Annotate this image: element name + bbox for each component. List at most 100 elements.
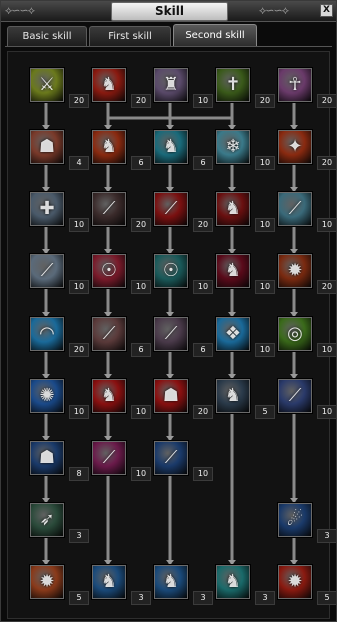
tab-basic-skill[interactable]: Basic skill: [7, 26, 87, 47]
skill-level-badge: 3: [255, 591, 275, 605]
skill-icon-fire-spirit-icon[interactable]: ☉: [92, 254, 126, 288]
skill-icon-azure-dragon-icon[interactable]: ♞: [154, 565, 188, 599]
skill-level-badge: 10: [69, 405, 89, 419]
skill-icon-flame-wing-icon[interactable]: ✦: [278, 130, 312, 164]
skill-level-badge: 3: [69, 529, 89, 543]
skill-level-badge: 20: [131, 94, 151, 108]
close-button[interactable]: X: [320, 4, 333, 17]
skill-icon-armored-knight-icon[interactable]: ♜: [154, 68, 188, 102]
tab-divider: [5, 46, 332, 47]
shadow-wolf-icon: ♞: [224, 385, 242, 406]
skill-level-badge: 6: [193, 343, 213, 357]
skill-level-badge: 10: [131, 280, 151, 294]
skill-level-badge: 6: [131, 156, 151, 170]
window-title: Skill: [111, 2, 228, 21]
skill-icon-dragon-head-icon[interactable]: ♞: [92, 130, 126, 164]
skill-icon-red-beast-icon[interactable]: ♞: [216, 192, 250, 226]
crimson-claw-icon: ⟋: [102, 323, 116, 344]
skill-level-badge: 5: [255, 405, 275, 419]
skill-level-badge: 20: [317, 280, 337, 294]
tab-first-skill[interactable]: First skill: [89, 26, 171, 47]
skill-icon-shadow-wolf-icon[interactable]: ♞: [216, 379, 250, 413]
skill-icon-fire-wyrm-icon[interactable]: ✹: [278, 565, 312, 599]
robed-priest-icon: ☥: [288, 74, 302, 95]
skill-icon-demon-mask-icon[interactable]: ☗: [154, 379, 188, 413]
skill-icon-blue-rune-icon[interactable]: ✺: [30, 379, 64, 413]
fire-spirit-icon: ☉: [100, 260, 118, 281]
blood-dragon-icon: ♞: [100, 385, 118, 406]
left-ornament-icon: ⟡∽∽⟡: [5, 4, 35, 17]
tab-second-skill[interactable]: Second skill: [173, 24, 257, 47]
skill-icon-golden-sword-icon[interactable]: ⚔: [30, 68, 64, 102]
blue-arc-icon: ◠: [39, 323, 55, 344]
skill-icon-fire-dragon-icon[interactable]: ✹: [278, 254, 312, 288]
skill-level-badge: 4: [69, 156, 89, 170]
title-bar[interactable]: ⟡∽∽⟡ Skill ⟡∽∽⟡ X: [1, 1, 336, 22]
blue-dragon-icon: ♞: [100, 571, 118, 592]
skill-level-badge: 3: [193, 591, 213, 605]
skill-icon-holy-cross-icon[interactable]: ✝: [216, 68, 250, 102]
skill-icon-teal-dragon-icon[interactable]: ♞: [216, 565, 250, 599]
ice-shard-icon: ❖: [224, 323, 242, 344]
skill-icon-robed-priest-icon[interactable]: ☥: [278, 68, 312, 102]
ice-beast-icon: ❄: [225, 136, 241, 157]
skill-level-badge: 5: [69, 591, 89, 605]
skill-icon-green-spear-icon[interactable]: ➶: [30, 503, 64, 537]
skill-icon-comet-icon[interactable]: ☄: [278, 503, 312, 537]
blue-slash-icon: ⟋: [164, 447, 178, 468]
pink-slash-icon: ⟋: [102, 447, 116, 468]
golden-sword-icon: ⚔: [38, 74, 56, 95]
skill-icon-blue-arc-icon[interactable]: ◠: [30, 317, 64, 351]
flame-warrior-icon: ✹: [39, 571, 55, 592]
skill-icon-blood-dragon-icon[interactable]: ♞: [92, 379, 126, 413]
fire-dragon-icon: ✹: [287, 260, 303, 281]
skill-icon-crimson-wolf-icon[interactable]: ♞: [216, 254, 250, 288]
skill-level-badge: 10: [131, 467, 151, 481]
blue-warrior-icon: ☗: [38, 447, 56, 468]
skill-level-badge: 20: [69, 94, 89, 108]
skill-level-badge: 10: [317, 405, 337, 419]
skill-tree-panel: ⚔ 20 ♞ 20 ♜ 10 ✝ 20 ☥ 20 ☗ 4 ♞ 6 ♞ 6 ❄ 10 ✦ 20 ✚ 10 ⟋ 20 ⟋ 20 ♞ 10 ⟋…: [7, 51, 337, 619]
skill-level-badge: 20: [317, 94, 337, 108]
skill-level-badge: 10: [69, 280, 89, 294]
skill-icon-green-vortex-icon[interactable]: ◎: [278, 317, 312, 351]
demon-mask-icon: ☗: [162, 385, 180, 406]
skill-icon-blue-slash-icon[interactable]: ⟋: [154, 441, 188, 475]
skill-level-badge: 10: [255, 343, 275, 357]
azure-claw-icon: ⟋: [164, 323, 178, 344]
skill-icon-cross-blade-icon[interactable]: ✚: [30, 192, 64, 226]
skill-level-badge: 10: [193, 280, 213, 294]
skill-icon-flesh-golem-icon[interactable]: ☗: [30, 130, 64, 164]
skill-icon-light-slash-icon[interactable]: ⟋: [278, 379, 312, 413]
skill-level-badge: 10: [193, 94, 213, 108]
skill-icon-blue-dragon-icon[interactable]: ♞: [92, 565, 126, 599]
skill-icon-dark-claw-icon[interactable]: ⟋: [92, 192, 126, 226]
skill-icon-ice-shard-icon[interactable]: ❖: [216, 317, 250, 351]
dark-claw-icon: ⟋: [102, 198, 116, 219]
skill-icon-teal-spirit-icon[interactable]: ☉: [154, 254, 188, 288]
skill-icon-steel-blade-icon[interactable]: ⟋: [30, 254, 64, 288]
skill-icon-flame-warrior-icon[interactable]: ✹: [30, 565, 64, 599]
fire-wyrm-icon: ✹: [287, 571, 303, 592]
skill-icon-azure-claw-icon[interactable]: ⟋: [154, 317, 188, 351]
skill-icon-ice-beast-icon[interactable]: ❄: [216, 130, 250, 164]
skill-icon-red-claw-icon[interactable]: ⟋: [154, 192, 188, 226]
skill-level-badge: 3: [131, 591, 151, 605]
dragon-head-icon: ♞: [100, 136, 118, 157]
skill-level-badge: 10: [255, 218, 275, 232]
skill-level-badge: 6: [193, 156, 213, 170]
flame-wing-icon: ✦: [287, 136, 303, 157]
skill-level-badge: 10: [69, 218, 89, 232]
skill-icon-crimson-claw-icon[interactable]: ⟋: [92, 317, 126, 351]
steel-blade-icon: ⟋: [40, 260, 54, 281]
holy-cross-icon: ✝: [225, 74, 241, 95]
skill-level-badge: 10: [255, 280, 275, 294]
comet-icon: ☄: [286, 509, 304, 530]
skill-icon-pink-slash-icon[interactable]: ⟋: [92, 441, 126, 475]
right-ornament-icon: ⟡∽∽⟡: [259, 4, 289, 17]
skill-icon-ice-claw-icon[interactable]: ⟋: [278, 192, 312, 226]
skill-icon-blue-warrior-icon[interactable]: ☗: [30, 441, 64, 475]
skill-level-badge: 20: [193, 405, 213, 419]
skill-icon-red-beast-icon[interactable]: ♞: [92, 68, 126, 102]
skill-icon-teal-wolf-icon[interactable]: ♞: [154, 130, 188, 164]
